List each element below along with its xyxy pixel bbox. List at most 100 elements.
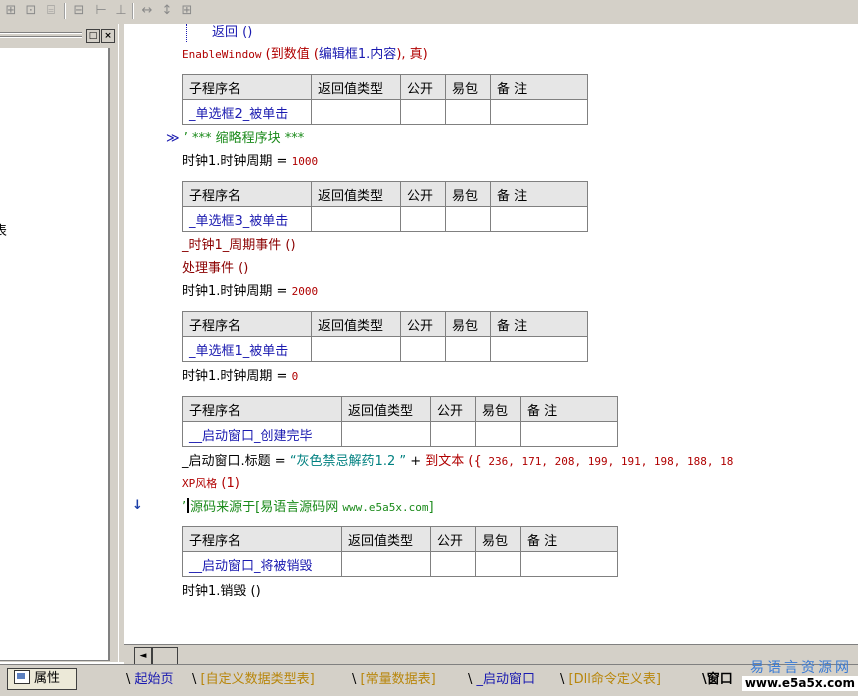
code-line-folded-block[interactable]: ≫ ’ *** 缩略程序块 *** <box>166 130 304 148</box>
code-editor[interactable]: ↓ 返回 () EnableWindow (到数值 (编辑框1.内容), 真) … <box>124 24 858 644</box>
code-line-title-assign[interactable]: _启动窗口.标题 = “灰色禁忌解药1.2 ” + 到文本 ({ 236, 17… <box>182 453 733 471</box>
remark-cell[interactable] <box>490 206 588 232</box>
text-caret <box>187 498 190 513</box>
table-merge-icon[interactable]: ⊟ <box>70 2 88 20</box>
code-line-enablewindow[interactable]: EnableWindow (到数值 (编辑框1.内容), 真) <box>182 46 428 64</box>
code-line-call[interactable]: 处理事件 () <box>182 260 248 278</box>
subroutine-name-cell[interactable]: __启动窗口_创建完毕 <box>182 421 342 447</box>
public-cell[interactable] <box>400 99 446 125</box>
left-panel-item[interactable]: 表 <box>0 220 7 239</box>
table-toolbar: ⊞ ⊡ ⌸ ⊟ ⊢ ⊥ ↔ ↕ ⊞ <box>0 0 858 25</box>
code-line-assign[interactable]: 时钟1.时钟周期 = 0 <box>182 368 298 386</box>
return-type-cell[interactable] <box>311 99 401 125</box>
col-header-package: 易包 <box>445 181 491 207</box>
code-line-xp-style[interactable]: XP风格 (1) <box>182 475 240 493</box>
comment-text: ] <box>428 500 434 515</box>
public-cell[interactable] <box>430 421 476 447</box>
operator: = <box>272 154 292 169</box>
code-argument: 编辑框1.内容 <box>318 47 397 62</box>
package-cell[interactable] <box>445 206 491 232</box>
table-format-icon[interactable]: ⌸ <box>42 2 60 20</box>
tab-start-page[interactable]: \ 起始页 <box>126 669 174 691</box>
package-cell[interactable] <box>475 551 521 577</box>
table-insert-icon[interactable]: ⊡ <box>22 2 40 20</box>
drag-grip[interactable] <box>0 32 82 34</box>
subroutine-table[interactable]: 子程序名 返回值类型 公开 易包 备 注 _单选框2_被单击 <box>182 74 588 125</box>
fit-width-icon[interactable]: ↔ <box>138 2 156 20</box>
subroutine-table[interactable]: 子程序名 返回值类型 公开 易包 备 注 __启动窗口_创建完毕 <box>182 396 618 447</box>
code-line-assign[interactable]: 时钟1.时钟周期 = 2000 <box>182 283 318 301</box>
subroutine-table[interactable]: 子程序名 返回值类型 公开 易包 备 注 _单选框1_被单击 <box>182 311 588 362</box>
col-header-name: 子程序名 <box>182 74 312 100</box>
scroll-thumb[interactable] <box>152 647 178 665</box>
code-text: ), 真) <box>396 47 428 62</box>
scroll-left-icon[interactable]: ◄ <box>134 647 152 665</box>
tab-startup-window[interactable]: \ _启动窗口 <box>468 669 535 691</box>
code-line-assign[interactable]: 时钟1.时钟周期 = 1000 <box>182 153 318 171</box>
tab-label: [自定义数据类型表] <box>200 672 315 687</box>
property-ref: 时钟1.时钟周期 <box>182 154 273 169</box>
code-line-call[interactable]: _时钟1_周期事件 () <box>182 237 296 255</box>
watermark-text: 易语言资源网 <box>750 660 852 676</box>
remark-cell[interactable] <box>520 551 618 577</box>
return-type-cell[interactable] <box>341 421 431 447</box>
col-header-public: 公开 <box>400 181 446 207</box>
close-icon[interactable]: × <box>101 29 115 43</box>
subroutine-table[interactable]: 子程序名 返回值类型 公开 易包 备 注 __启动窗口_将被销毁 <box>182 526 618 577</box>
row-height-icon[interactable]: ⊥ <box>112 2 130 20</box>
tab-divider: \ <box>192 672 197 687</box>
col-header-remark: 备 注 <box>490 74 588 100</box>
drag-grip[interactable] <box>0 36 82 38</box>
return-type-cell[interactable] <box>311 206 401 232</box>
toolbar-separator <box>132 3 134 19</box>
public-cell[interactable] <box>400 336 446 362</box>
subroutine-name-cell[interactable]: _单选框1_被单击 <box>182 336 312 362</box>
remark-cell[interactable] <box>490 336 588 362</box>
code-line-destroy[interactable]: 时钟1.销毁 () <box>182 583 261 601</box>
return-type-cell[interactable] <box>341 551 431 577</box>
code-line-return[interactable]: 返回 () <box>212 24 252 42</box>
number-list: 236, 171, 208, 199, 191, 198, 188, 18 <box>481 455 734 468</box>
comment-text: 源码来源于[易语言源码网 <box>190 500 343 515</box>
table-icon[interactable]: ⊞ <box>2 2 20 20</box>
subroutine-name-cell[interactable]: _单选框2_被单击 <box>182 99 312 125</box>
function-call: 到文本 ({ <box>425 454 482 469</box>
tab-constants[interactable]: \ [常量数据表] <box>352 669 436 691</box>
remark-cell[interactable] <box>520 421 618 447</box>
number-literal: 0 <box>291 370 299 383</box>
public-cell[interactable] <box>430 551 476 577</box>
package-cell[interactable] <box>445 99 491 125</box>
left-panel-content: 表 <box>0 48 110 661</box>
fit-height-icon[interactable]: ↕ <box>158 2 176 20</box>
tab-custom-data-types[interactable]: \ [自定义数据类型表] <box>192 669 315 691</box>
public-cell[interactable] <box>400 206 446 232</box>
remark-cell[interactable] <box>490 99 588 125</box>
operator: + <box>406 454 426 469</box>
package-cell[interactable] <box>475 421 521 447</box>
grid-icon[interactable]: ⊞ <box>178 2 196 20</box>
col-header-remark: 备 注 <box>520 526 618 552</box>
subroutine-table[interactable]: 子程序名 返回值类型 公开 易包 备 注 _单选框3_被单击 <box>182 181 588 232</box>
left-panel: □ × 表 <box>0 24 118 662</box>
code-line-comment[interactable]: ’ 源码来源于[易语言源码网 www.e5a5x.com] <box>182 498 434 516</box>
subroutine-name-cell[interactable]: _单选框3_被单击 <box>182 206 312 232</box>
col-header-public: 公开 <box>400 74 446 100</box>
tab-divider: \ <box>560 672 565 687</box>
tab-dll-commands[interactable]: \ [Dll命令定义表] <box>560 669 661 691</box>
col-header-remark: 备 注 <box>490 181 588 207</box>
restore-icon[interactable]: □ <box>86 29 100 43</box>
col-header-name: 子程序名 <box>182 526 342 552</box>
tab-divider: \ <box>468 672 473 687</box>
return-type-cell[interactable] <box>311 336 401 362</box>
watermark: 易语言资源网 www.e5a5x.com <box>716 660 858 695</box>
package-cell[interactable] <box>445 336 491 362</box>
left-panel-titlebar[interactable]: □ × <box>0 26 118 44</box>
properties-tab[interactable]: 属性 <box>7 668 77 690</box>
code-text: (到数值 ( <box>261 47 319 62</box>
col-header-package: 易包 <box>445 74 491 100</box>
tab-label: [Dll命令定义表] <box>568 672 661 687</box>
column-width-icon[interactable]: ⊢ <box>92 2 110 20</box>
subroutine-name-cell[interactable]: __启动窗口_将被销毁 <box>182 551 342 577</box>
fold-marker-icon[interactable]: ≫ <box>166 131 180 146</box>
number-literal: 1000 <box>291 155 319 168</box>
